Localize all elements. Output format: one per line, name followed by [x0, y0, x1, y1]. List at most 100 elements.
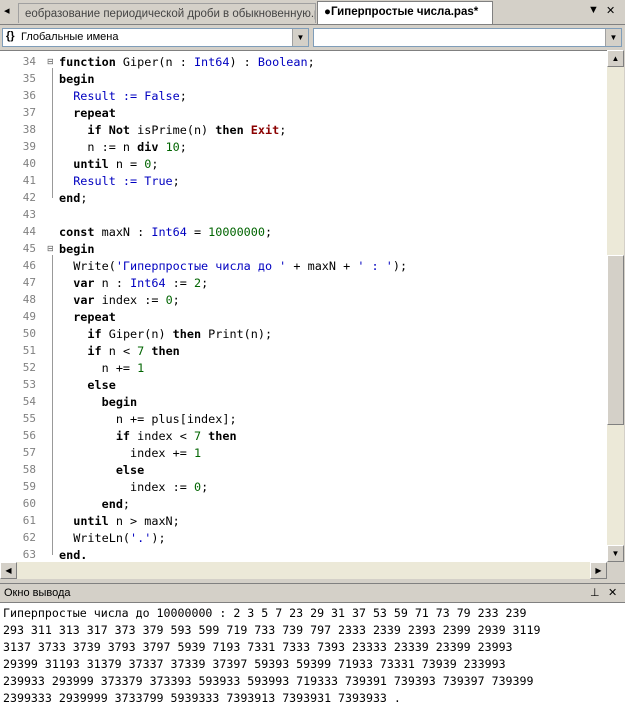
chevron-down-icon[interactable]: ▼ — [292, 29, 308, 46]
code-token: then — [201, 429, 237, 443]
code-line[interactable]: WriteLn('.'); — [59, 531, 165, 545]
code-token: := — [165, 276, 194, 290]
code-token: index += — [59, 446, 194, 460]
line-number: 48 — [22, 293, 36, 306]
line-number: 40 — [22, 157, 36, 170]
member-combo[interactable]: ▼ — [313, 28, 622, 47]
output-line: 29399 31193 31379 37337 37339 37397 5939… — [3, 657, 506, 671]
code-line[interactable]: var index := 0; — [59, 293, 180, 307]
code-line[interactable]: Result := False; — [59, 89, 187, 103]
code-token: ; — [172, 174, 180, 188]
code-line[interactable]: begin — [59, 72, 95, 86]
line-number: 63 — [22, 548, 36, 561]
close-panel-icon[interactable]: ✕ — [608, 586, 617, 599]
pin-icon[interactable]: ⊥ — [590, 586, 600, 599]
code-line[interactable]: n += plus[index]; — [59, 412, 237, 426]
code-line[interactable]: Result := True; — [59, 174, 180, 188]
code-token: 1 — [193, 446, 202, 460]
code-line[interactable]: repeat — [59, 106, 116, 120]
scroll-left-icon[interactable]: ◀ — [0, 562, 17, 579]
scroll-up-icon[interactable]: ▲ — [607, 50, 624, 67]
code-token: 7 — [193, 429, 202, 443]
scroll-right-icon[interactable]: ▶ — [590, 562, 607, 579]
code-line[interactable]: index := 0; — [59, 480, 208, 494]
line-number: 59 — [22, 480, 36, 493]
code-line[interactable]: function Giper(n : Int64) : Boolean; — [59, 55, 315, 69]
code-token: Result := — [59, 89, 145, 103]
tab-scroll-left-icon[interactable]: ◂ — [4, 4, 10, 17]
code-line[interactable]: end. — [59, 548, 87, 562]
line-number: 42 — [22, 191, 36, 204]
code-token: index := — [101, 293, 166, 307]
code-token: ) : — [229, 55, 258, 69]
code-token: index := — [59, 480, 194, 494]
close-tab-icon[interactable]: ✕ — [606, 4, 615, 17]
line-number: 62 — [22, 531, 36, 544]
code-line[interactable]: repeat — [59, 310, 116, 324]
code-token: ; — [307, 55, 315, 69]
code-token: end — [59, 497, 123, 511]
code-line[interactable]: n += 1 — [59, 361, 145, 375]
tab-bar: ◂ еобразование периодической дроби в обы… — [0, 0, 625, 25]
code-line[interactable]: else — [59, 463, 144, 477]
tab-periodic-fraction[interactable]: еобразование периодической дроби в обыкн… — [18, 3, 316, 23]
code-line[interactable]: const maxN : Int64 = 10000000; — [59, 225, 272, 239]
code-line[interactable]: var n : Int64 := 2; — [59, 276, 208, 290]
line-number: 38 — [22, 123, 36, 136]
scope-combo[interactable]: {} Глобальные имена ▼ — [2, 28, 309, 47]
fold-toggle-icon[interactable]: ⊟ — [47, 244, 54, 253]
tab-list-dropdown-icon[interactable]: ▼ — [588, 4, 599, 16]
code-token: + maxN + — [286, 259, 358, 273]
output-window[interactable]: Гиперпростые числа до 10000000 : 2 3 5 7… — [0, 602, 625, 718]
code-line[interactable]: begin — [59, 242, 95, 256]
code-token: until — [73, 514, 116, 528]
line-number: 61 — [22, 514, 36, 527]
line-number: 36 — [22, 89, 36, 102]
code-line[interactable]: begin — [59, 395, 138, 409]
code-line[interactable]: if Not isPrime(n) then Exit; — [59, 123, 286, 137]
code-line[interactable]: n := n div 10; — [59, 140, 186, 154]
code-line[interactable]: else — [59, 378, 115, 392]
code-token: Boolean — [257, 55, 308, 69]
code-token: else — [59, 463, 145, 477]
chevron-down-icon[interactable]: ▼ — [605, 29, 621, 46]
code-token: index < — [137, 429, 194, 443]
scroll-down-icon[interactable]: ▼ — [607, 545, 624, 562]
line-number: 53 — [22, 378, 36, 391]
code-token: div — [137, 140, 166, 154]
code-token: var — [73, 276, 102, 290]
code-token: ; — [201, 276, 209, 290]
code-line[interactable]: Write('Гиперпростые числа до ' + maxN + … — [59, 259, 407, 273]
code-token: Result := — [59, 174, 145, 188]
code-line[interactable]: end; — [59, 191, 87, 205]
code-token: then — [215, 123, 251, 137]
code-line[interactable]: end; — [59, 497, 130, 511]
editor-vertical-scrollbar[interactable]: ▲ ▼ — [607, 50, 624, 562]
code-line[interactable]: if n < 7 then — [59, 344, 179, 358]
code-line[interactable]: until n = 0; — [59, 157, 158, 171]
code-token: ; — [80, 191, 88, 205]
scope-combo-value: Глобальные имена — [21, 31, 119, 43]
line-number: 47 — [22, 276, 36, 289]
output-line: 3137 3733 3739 3793 3797 5939 7193 7331 … — [3, 640, 513, 654]
code-token: '.' — [130, 531, 152, 545]
code-token: begin — [59, 395, 138, 409]
code-editor[interactable]: 34 35 36 37 38 39 40 41 42 43 44 45 46 47 48 49 50 51 52 53… — [0, 50, 607, 563]
code-token: then — [172, 327, 209, 341]
line-number-gutter: 34 35 36 37 38 39 40 41 42 43 44 45 46 47 48 49 50 51 52 53… — [0, 51, 38, 563]
code-token: n < — [108, 344, 138, 358]
code-token: 10000000 — [208, 225, 265, 239]
code-token: Int64 — [151, 225, 187, 239]
code-token: Write( — [59, 259, 116, 273]
code-line[interactable]: if Giper(n) then Print(n); — [59, 327, 272, 341]
code-token: 10 — [165, 140, 180, 154]
fold-toggle-icon[interactable]: ⊟ — [47, 57, 54, 66]
scroll-thumb[interactable] — [607, 255, 624, 425]
code-line[interactable]: if index < 7 then — [59, 429, 237, 443]
editor-horizontal-scrollbar[interactable]: ◀ ▶ — [0, 562, 607, 579]
code-line[interactable]: index += 1 — [59, 446, 201, 460]
tab-hyperprime[interactable]: ●Гиперпростые числа.pas* — [317, 1, 493, 24]
code-line[interactable]: until n > maxN; — [59, 514, 180, 528]
code-token: ; — [179, 89, 187, 103]
